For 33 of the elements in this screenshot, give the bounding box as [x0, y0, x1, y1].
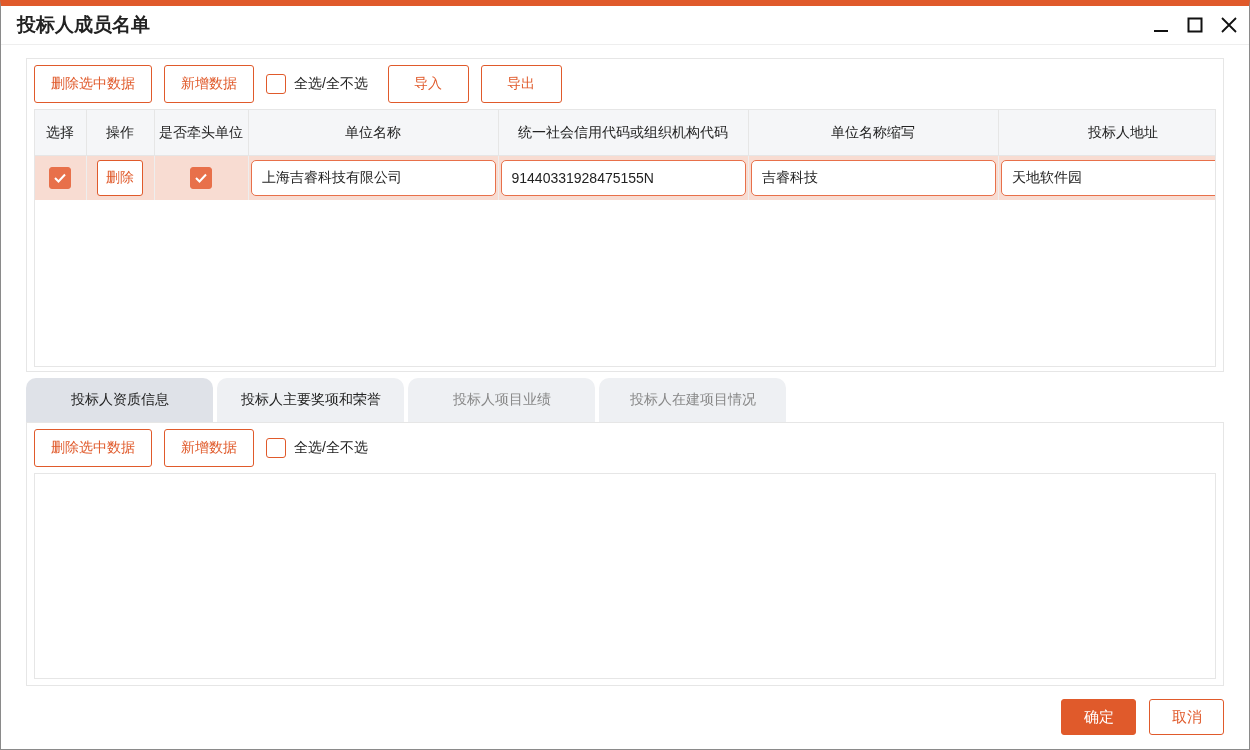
- window-title: 投标人成员名单: [17, 13, 151, 37]
- column-header: 统一社会信用代码或组织机构代码: [498, 110, 748, 156]
- toolbar-button[interactable]: 导入: [387, 65, 469, 103]
- checkbox-label: 全选/全不选: [294, 75, 368, 93]
- input-field[interactable]: 天地软件园: [1000, 160, 1215, 196]
- column-header: 是否牵头单位: [154, 110, 248, 156]
- checkmark-icon: [54, 173, 67, 183]
- tab[interactable]: 投标人资质信息: [26, 378, 213, 422]
- column-header: 单位名称缩写: [748, 110, 998, 156]
- column-header: 投标人地址: [998, 110, 1215, 156]
- input-field[interactable]: 91440331928475155N: [500, 160, 746, 196]
- delete-button[interactable]: 删除: [97, 160, 143, 196]
- confirm-button[interactable]: 确定: [1061, 699, 1136, 735]
- toolbar-button[interactable]: 新增数据: [164, 429, 254, 467]
- checkmark-icon: [195, 173, 207, 183]
- row-checkbox[interactable]: [49, 167, 72, 189]
- input-field[interactable]: 吉睿科技: [750, 160, 996, 196]
- column-header: 单位名称: [248, 110, 498, 156]
- column-header: 选择: [35, 110, 86, 156]
- close-icon[interactable]: [1221, 17, 1237, 33]
- toolbar-button[interactable]: 导出: [480, 65, 562, 103]
- toolbar-button[interactable]: 删除选中数据: [34, 65, 152, 103]
- toolbar-button[interactable]: 新增数据: [164, 65, 254, 103]
- select-all-checkbox[interactable]: [266, 74, 286, 94]
- lead-unit-checkbox[interactable]: [190, 167, 212, 189]
- toolbar-button[interactable]: 删除选中数据: [34, 429, 152, 467]
- maximize-icon[interactable]: [1187, 17, 1203, 33]
- select-all-checkbox[interactable]: [266, 438, 286, 458]
- column-header: 操作: [86, 110, 154, 156]
- cancel-button[interactable]: 取消: [1149, 699, 1224, 735]
- input-field[interactable]: 上海吉睿科技有限公司: [250, 160, 496, 196]
- tab[interactable]: 投标人主要奖项和荣誉: [217, 378, 404, 422]
- checkbox-label: 全选/全不选: [294, 439, 368, 457]
